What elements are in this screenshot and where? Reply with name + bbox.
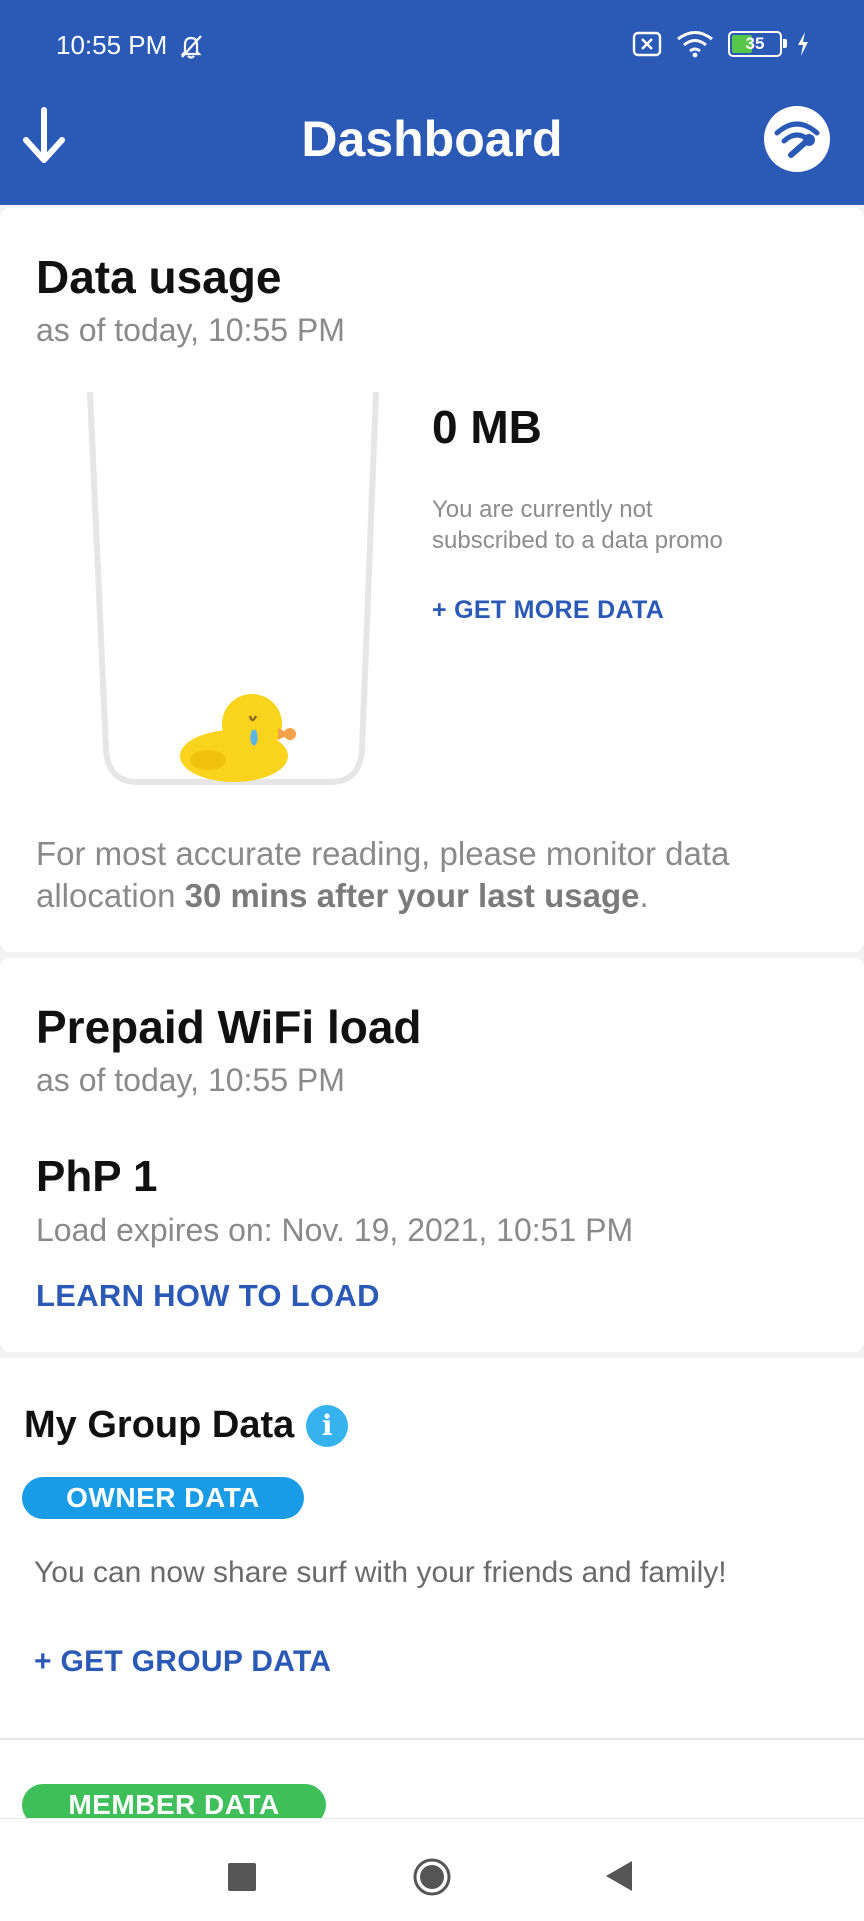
app-bar: 10:55 PM 35 Dashboard [0, 0, 864, 205]
wifi-load-timestamp: as of today, 10:55 PM [36, 1062, 345, 1098]
learn-how-to-load-link[interactable]: LEARN HOW TO LOAD [36, 1278, 380, 1314]
load-amount: PhP 1 [36, 1152, 158, 1201]
sim-off-icon [632, 31, 662, 57]
system-nav-bar [0, 1818, 864, 1921]
get-more-data-link[interactable]: + GET MORE DATA [432, 596, 664, 625]
page-title: Dashboard [301, 111, 563, 167]
wifi-load-title: Prepaid WiFi load [36, 1001, 422, 1053]
data-usage-title: Data usage [36, 251, 282, 303]
wifi-icon [677, 31, 713, 58]
info-icon[interactable]: i [306, 1404, 349, 1447]
status-time: 10:55 PM [56, 30, 168, 60]
wifi-settings-button[interactable] [764, 106, 830, 172]
section-divider [0, 1738, 864, 1740]
share-note: You can now share surf with your friends… [34, 1556, 727, 1589]
data-amount: 0 MB [432, 401, 542, 453]
get-group-data-link[interactable]: + GET GROUP DATA [34, 1645, 331, 1679]
status-bar-right: 35 [632, 30, 810, 58]
accuracy-note-bold: 30 mins after your last usage [184, 877, 640, 914]
wifi-wrench-icon [774, 121, 820, 158]
crying-duck-icon [180, 694, 296, 782]
data-usage-timestamp: as of today, 10:55 PM [36, 312, 345, 348]
owner-data-badge[interactable]: OWNER DATA [22, 1477, 304, 1519]
accuracy-note: For most accurate reading, please monito… [36, 833, 826, 917]
accuracy-note-period: . [639, 877, 649, 914]
battery-icon: 35 [728, 31, 787, 57]
load-expiry: Load expires on: Nov. 19, 2021, 10:51 PM [36, 1212, 634, 1248]
charging-icon [798, 32, 808, 56]
empty-glass-illustration [87, 391, 379, 785]
recents-button[interactable] [228, 1863, 256, 1891]
subscription-note: You are currently not subscribed to a da… [432, 496, 723, 554]
group-data-heading: My Group Data i [24, 1404, 349, 1447]
back-button[interactable] [604, 1859, 634, 1893]
battery-level: 35 [745, 34, 765, 53]
home-button[interactable] [412, 1857, 452, 1897]
bell-off-icon [180, 34, 203, 59]
status-bar-left: 10:55 PM [56, 30, 205, 61]
group-data-title: My Group Data [24, 1404, 295, 1446]
